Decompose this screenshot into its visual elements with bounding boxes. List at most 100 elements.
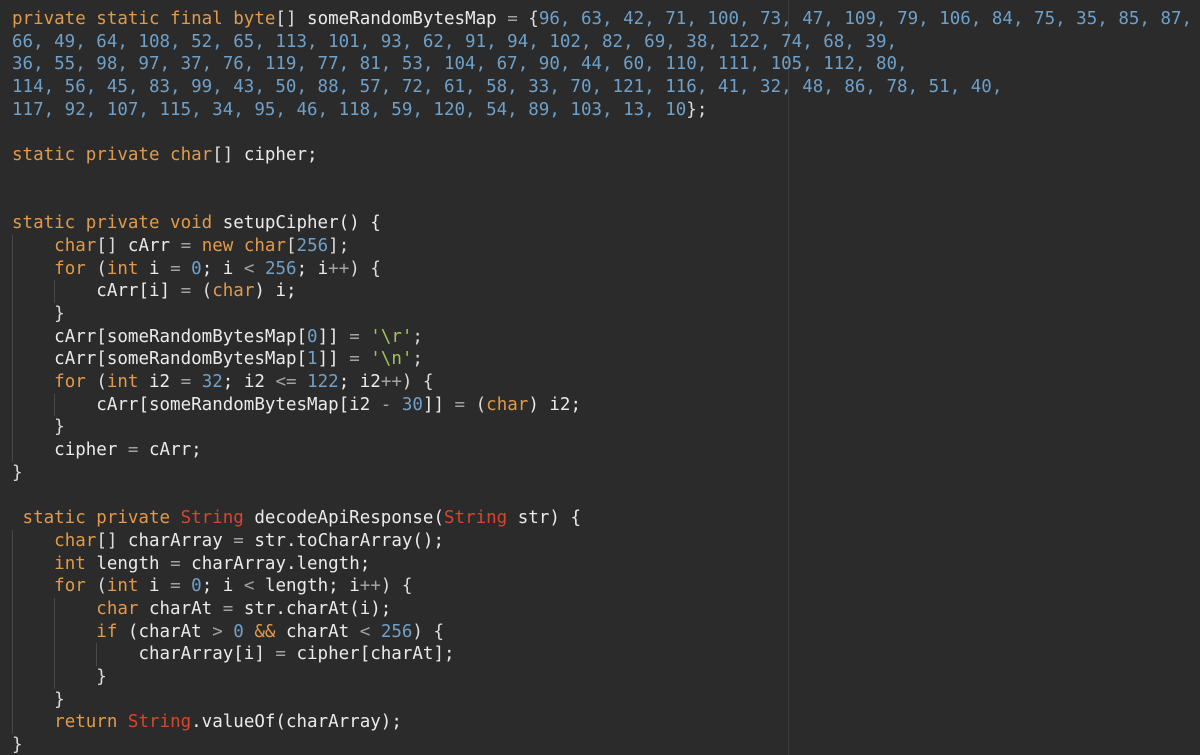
code-token: ++ xyxy=(380,372,402,392)
code-line[interactable] xyxy=(12,190,1192,213)
code-line[interactable]: 36, 55, 98, 97, 37, 76, 119, 77, 81, 53,… xyxy=(12,53,1192,76)
code-line[interactable]: int length = charArray.length; xyxy=(12,552,1192,576)
code-line[interactable]: for (int i2 = 32; i2 <= 122; i2++) { xyxy=(12,371,1192,394)
code-token: for xyxy=(54,576,97,597)
code-line[interactable]: static private String decodeApiResponse(… xyxy=(12,507,1192,530)
code-line[interactable]: cipher = cArr; xyxy=(12,439,1192,462)
code-line[interactable]: cArr[someRandomBytesMap[1]] = '\n'; xyxy=(12,348,1192,371)
code-line[interactable]: } xyxy=(12,302,1192,326)
code-token: charArray[i] xyxy=(138,644,276,665)
code-line[interactable] xyxy=(12,484,1192,507)
code-line[interactable] xyxy=(12,167,1192,190)
indent-guide xyxy=(54,665,56,689)
code-token: int xyxy=(106,576,150,597)
indent-guide xyxy=(54,393,56,417)
code-line[interactable]: 117, 92, 107, 115, 34, 95, 46, 118, 59, … xyxy=(12,99,1192,122)
code-token: ) { xyxy=(349,258,381,279)
code-token: str) { xyxy=(517,508,581,529)
code-token: static private xyxy=(12,145,171,166)
indent-guide xyxy=(54,280,56,303)
code-token: = xyxy=(170,576,192,597)
code-token: cArr xyxy=(127,235,181,256)
code-token: ( xyxy=(96,258,107,279)
code-line[interactable]: cArr[someRandomBytesMap[0]] = '\r'; xyxy=(12,325,1192,349)
code-line[interactable]: } xyxy=(12,462,1192,485)
code-line[interactable]: static private void setupCipher() { xyxy=(12,212,1192,235)
code-token: str.charAt(i); xyxy=(243,598,392,619)
code-token: ; xyxy=(412,326,423,347)
code-area[interactable]: private static final byte[] someRandomBy… xyxy=(12,8,1192,755)
code-token: 122 xyxy=(307,372,339,392)
code-token: String xyxy=(444,508,518,529)
indent-guide xyxy=(12,597,13,621)
code-token: 0 xyxy=(307,326,318,347)
code-token: 256 xyxy=(264,258,297,279)
code-token: ]] xyxy=(317,349,350,370)
code-token: = xyxy=(275,644,297,665)
code-token: ) { xyxy=(401,372,434,392)
code-token: cArr; xyxy=(149,440,202,461)
code-line[interactable]: private static final byte[] someRandomBy… xyxy=(12,8,1192,31)
code-token: [ xyxy=(286,235,297,256)
code-line[interactable]: for (int i = 0; i < length; i++) { xyxy=(12,575,1192,598)
code-line[interactable]: for (int i = 0; i < 256; i++) { xyxy=(12,257,1192,281)
code-line[interactable]: char[] charArray = str.toCharArray(); xyxy=(12,529,1192,553)
code-token: 36, 55, 98, 97, 37, 76, 119, 77, 81, 53,… xyxy=(12,54,908,75)
code-token: i xyxy=(149,576,171,597)
indent-guide xyxy=(54,620,56,644)
code-token: char xyxy=(212,281,255,302)
code-token: cArr[i] xyxy=(96,281,181,302)
code-token: ]] xyxy=(422,394,455,415)
code-line[interactable] xyxy=(12,121,1192,144)
code-token: } xyxy=(12,735,23,755)
code-token: = xyxy=(507,9,529,29)
code-editor[interactable]: private static final byte[] someRandomBy… xyxy=(0,0,1200,755)
code-line[interactable]: return String.valueOf(charArray); xyxy=(12,711,1192,734)
code-line[interactable]: } xyxy=(12,665,1192,689)
indent-guide xyxy=(12,325,13,349)
code-token: ) { xyxy=(412,621,445,642)
code-token: String xyxy=(127,712,192,733)
code-token: '\n' xyxy=(370,349,413,370)
code-line[interactable]: char charAt = str.charAt(i); xyxy=(12,597,1192,621)
indent-guide xyxy=(12,711,13,734)
code-line[interactable]: cArr[i] = (char) i; xyxy=(12,280,1192,303)
code-token: char xyxy=(96,598,149,619)
code-line[interactable]: cArr[someRandomBytesMap[i2 - 30]] = (cha… xyxy=(12,393,1192,417)
code-line[interactable]: charArray[i] = cipher[charAt]; xyxy=(12,643,1192,666)
code-line[interactable]: if (charAt > 0 && charAt < 256) { xyxy=(12,620,1192,644)
code-line[interactable]: } xyxy=(12,688,1192,712)
code-line[interactable]: } xyxy=(12,416,1192,440)
code-token: 1 xyxy=(307,349,318,370)
code-token: } xyxy=(12,462,23,483)
code-token: > xyxy=(212,621,234,642)
code-line[interactable]: 114, 56, 45, 83, 99, 43, 50, 88, 57, 72,… xyxy=(12,76,1192,99)
code-token: = xyxy=(222,598,244,619)
code-line[interactable]: 66, 49, 64, 108, 52, 65, 113, 101, 93, 6… xyxy=(12,31,1192,54)
code-token: { xyxy=(528,9,539,29)
code-token: 30 xyxy=(401,394,423,415)
code-token: for xyxy=(54,258,97,279)
code-token: if xyxy=(96,621,128,642)
code-token: } xyxy=(54,303,65,324)
code-line[interactable]: char[] cArr = new char[256]; xyxy=(12,234,1192,258)
code-token: ( xyxy=(475,394,487,415)
code-token: String xyxy=(180,508,255,529)
code-token: 0 xyxy=(191,258,202,279)
code-token: <= xyxy=(275,372,308,392)
code-line[interactable]: } xyxy=(12,734,1192,755)
code-line[interactable]: static private char[] cipher; xyxy=(12,144,1192,167)
code-token: ; i2 xyxy=(222,372,276,392)
code-token: char xyxy=(54,530,97,551)
code-token: charArray xyxy=(127,530,234,551)
code-token: 0 xyxy=(233,621,255,642)
code-token: [] xyxy=(212,145,244,166)
code-token: length xyxy=(96,553,171,574)
code-token: (charAt xyxy=(127,621,213,642)
code-token: [] xyxy=(96,235,128,256)
code-token: cArr[someRandomBytesMap[ xyxy=(54,326,308,347)
